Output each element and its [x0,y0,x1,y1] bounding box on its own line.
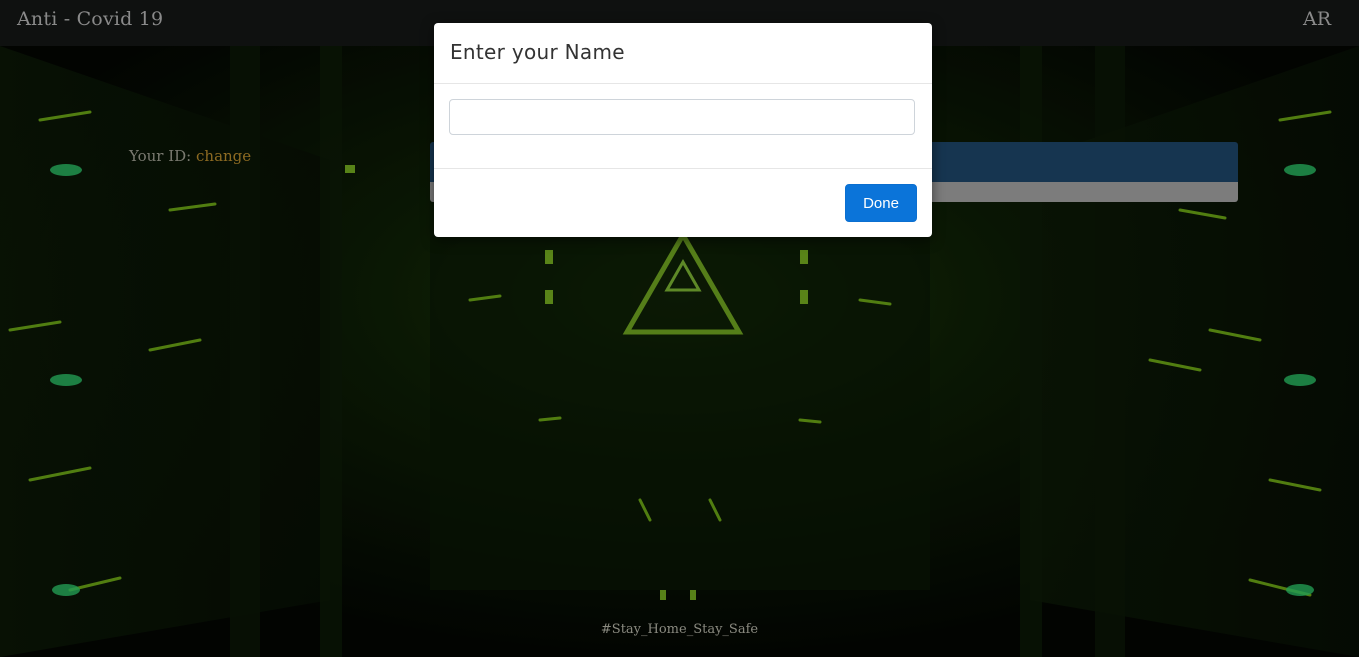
page: Anti - Covid 19 AR Your ID: change #Stay… [0,0,1359,657]
name-input[interactable] [449,99,915,135]
dialog-title: Enter your Name [450,40,625,64]
name-dialog: Enter your Name Done [434,23,932,237]
dialog-header: Enter your Name [434,23,932,84]
dialog-body [434,84,932,169]
dialog-footer: Done [434,169,932,237]
done-button[interactable]: Done [845,184,917,222]
